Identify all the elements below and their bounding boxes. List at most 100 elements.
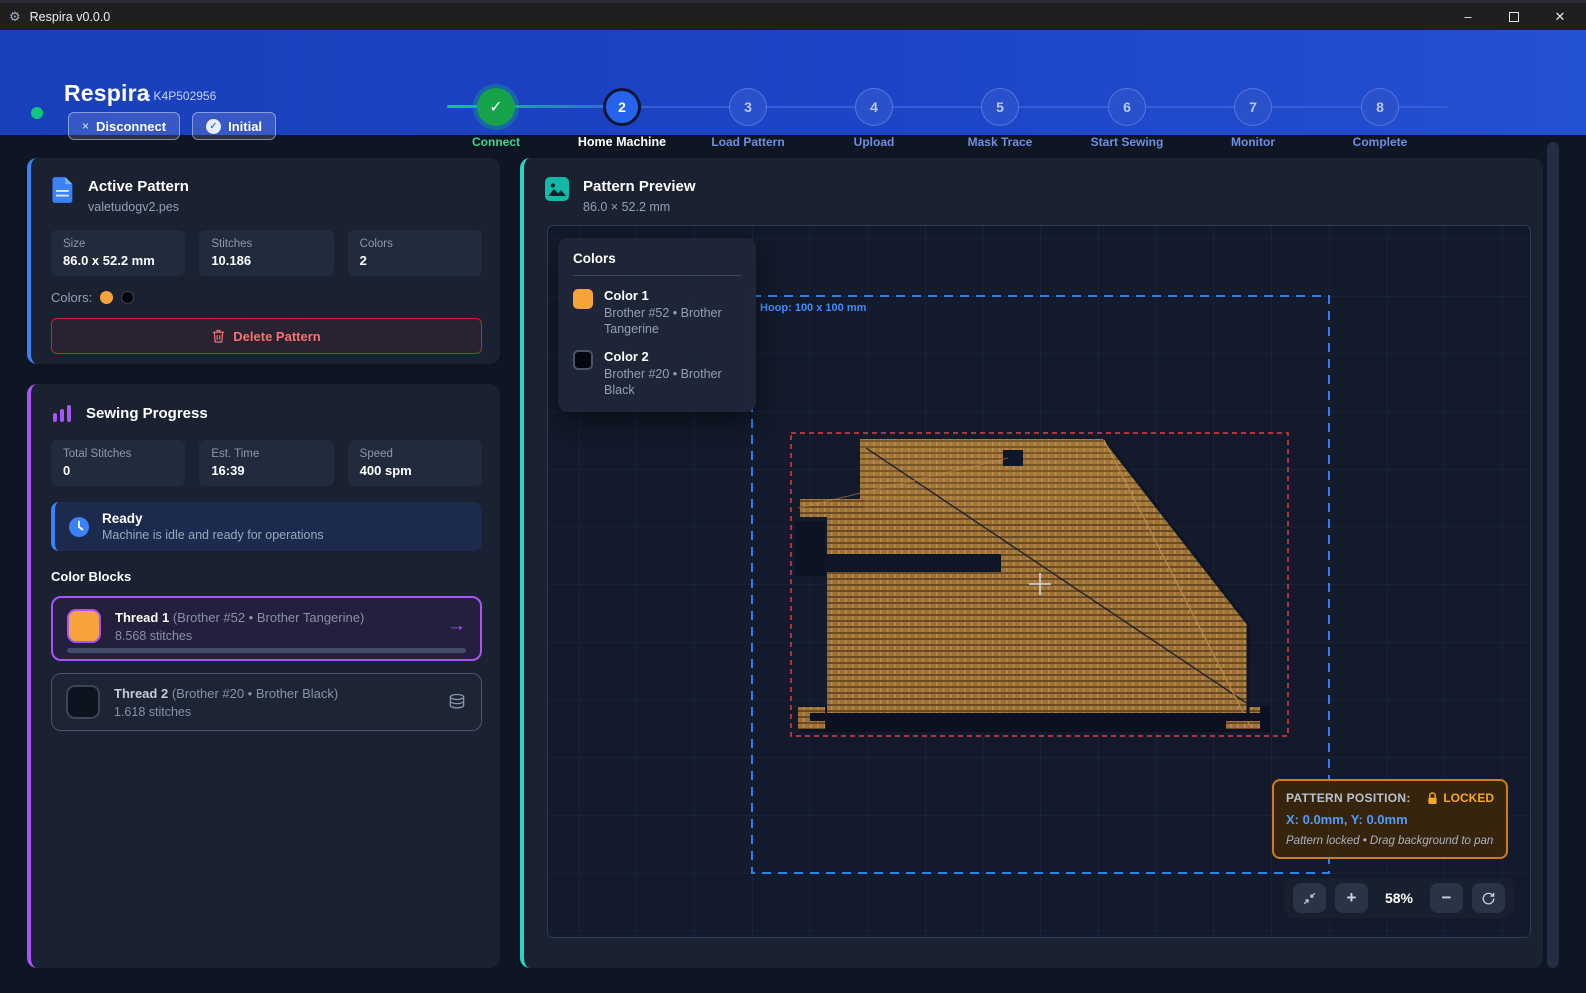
preview-canvas[interactable]: Hoop: 100 x 100 mm: [547, 225, 1531, 938]
step-monitor[interactable]: 7 Monitor: [1198, 88, 1308, 149]
step-label: Upload: [819, 135, 929, 149]
brand-title: Respira: [64, 80, 150, 107]
stat-label: Stitches: [211, 238, 321, 250]
sewing-progress-card: Sewing Progress Total Stitches 0 Est. Ti…: [27, 384, 500, 968]
step-start-sewing[interactable]: 6 Start Sewing: [1072, 88, 1182, 149]
window-title: Respira v0.0.0: [30, 10, 111, 24]
connection-status-dot: [31, 107, 43, 119]
image-icon: [544, 176, 570, 202]
step-complete[interactable]: 8 Complete: [1325, 88, 1435, 149]
step-number: 3: [729, 88, 767, 126]
trash-icon: [212, 329, 225, 343]
check-icon: ✓: [489, 97, 502, 117]
thread-1-swatch: [67, 609, 101, 643]
step-upload[interactable]: 4 Upload: [819, 88, 929, 149]
layers-icon: [447, 692, 467, 712]
step-number: 4: [855, 88, 893, 126]
colors-label: Colors:: [51, 290, 92, 305]
position-hint: Pattern locked • Drag background to pan: [1286, 835, 1494, 847]
stat-colors: Colors 2: [348, 230, 482, 276]
zoom-in-button[interactable]: +: [1335, 883, 1368, 913]
thread-stitches: 8.568 stitches: [115, 629, 364, 643]
app-window: ⚙ Respira v0.0.0 – ✕ Respira • K4P502956…: [0, 0, 1586, 993]
step-label: Monitor: [1198, 135, 1308, 149]
step-label: Home Machine: [567, 135, 677, 149]
step-label: Complete: [1325, 135, 1435, 149]
arrow-right-icon: →: [447, 615, 466, 637]
maximize-button[interactable]: [1491, 3, 1537, 30]
card-title: Pattern Preview: [583, 176, 696, 195]
position-label: PATTERN POSITION:: [1286, 791, 1411, 805]
file-icon: [51, 176, 75, 204]
lock-icon: [1427, 792, 1438, 805]
thread-detail: (Brother #20 • Brother Black): [172, 686, 338, 701]
stat-value: 2: [360, 253, 470, 268]
card-title: Sewing Progress: [86, 405, 208, 422]
step-number: 5: [981, 88, 1019, 126]
vertical-scrollbar[interactable]: [1547, 142, 1559, 968]
thread-2-swatch: [66, 685, 100, 719]
titlebar[interactable]: ⚙ Respira v0.0.0 – ✕: [0, 3, 1586, 30]
initial-button[interactable]: ✓ Initial: [192, 112, 276, 140]
stat-size: Size 86.0 x 52.2 mm: [51, 230, 185, 276]
active-pattern-card: Active Pattern valetudogv2.pes Size 86.0…: [27, 158, 500, 364]
app-icon: ⚙: [9, 10, 21, 23]
step-home-machine[interactable]: 2 Home Machine: [567, 88, 677, 149]
stat-label: Est. Time: [211, 448, 321, 460]
pattern-dimensions: 86.0 × 52.2 mm: [583, 200, 696, 214]
step-label: Load Pattern: [693, 135, 803, 149]
thread-2-block[interactable]: Thread 2 (Brother #20 • Brother Black) 1…: [51, 673, 482, 731]
legend-color-desc: Brother #20 • Brother Black: [604, 367, 741, 398]
color-blocks-heading: Color Blocks: [51, 569, 482, 584]
stat-value: 400 spm: [360, 463, 470, 478]
legend-swatch-orange: [573, 289, 593, 309]
thread-1-block[interactable]: Thread 1 (Brother #52 • Brother Tangerin…: [51, 596, 482, 661]
stat-value: 16:39: [211, 463, 321, 478]
step-number: 8: [1361, 88, 1399, 126]
stat-speed: Speed 400 spm: [348, 440, 482, 486]
close-icon: ×: [82, 119, 89, 133]
position-coordinates: X: 0.0mm, Y: 0.0mm: [1286, 812, 1494, 827]
card-title: Active Pattern: [88, 176, 189, 195]
delete-pattern-button[interactable]: Delete Pattern: [51, 318, 482, 354]
pattern-filename: valetudogv2.pes: [88, 200, 189, 214]
reset-view-button[interactable]: [1472, 883, 1505, 913]
stat-label: Colors: [360, 238, 470, 250]
thread-1-progress-bar: [67, 648, 466, 653]
stat-value: 86.0 x 52.2 mm: [63, 253, 173, 268]
stat-label: Total Stitches: [63, 448, 173, 460]
check-circle-icon: ✓: [206, 119, 221, 134]
step-label: Mask Trace: [945, 135, 1055, 149]
minimize-button[interactable]: –: [1445, 3, 1491, 30]
close-button[interactable]: ✕: [1537, 3, 1583, 30]
status-description: Machine is idle and ready for operations: [102, 528, 324, 542]
stat-label: Speed: [360, 448, 470, 460]
hoop-label: Hoop: 100 x 100 mm: [760, 302, 867, 314]
color-dot-black: [121, 291, 134, 304]
disconnect-button[interactable]: × Disconnect: [68, 112, 180, 140]
status-title: Ready: [102, 511, 324, 526]
zoom-out-button[interactable]: −: [1430, 883, 1463, 913]
pattern-position-overlay: PATTERN POSITION: LOCKED X: 0.0mm, Y: 0.…: [1272, 779, 1508, 859]
initial-label: Initial: [228, 119, 262, 134]
zoom-level: 58%: [1377, 890, 1421, 906]
step-mask-trace[interactable]: 5 Mask Trace: [945, 88, 1055, 149]
bar-chart-icon: [51, 402, 73, 424]
stat-total-stitches: Total Stitches 0: [51, 440, 185, 486]
legend-color-name: Color 1: [604, 288, 741, 303]
thread-name: Thread 2: [114, 686, 168, 701]
zoom-toolbar: + 58% −: [1284, 878, 1514, 918]
step-label: Start Sewing: [1072, 135, 1182, 149]
maximize-icon: [1509, 12, 1519, 22]
fit-to-view-button[interactable]: [1293, 883, 1326, 913]
step-load-pattern[interactable]: 3 Load Pattern: [693, 88, 803, 149]
machine-serial: • K4P502956: [146, 89, 216, 103]
step-label: Connect: [441, 135, 551, 149]
stat-est-time: Est. Time 16:39: [199, 440, 333, 486]
stat-value: 0: [63, 463, 173, 478]
step-connect[interactable]: ✓ Connect: [441, 88, 551, 149]
legend-color-desc: Brother #52 • Brother Tangerine: [604, 306, 741, 337]
step-number: 2: [603, 88, 641, 126]
thread-detail: (Brother #52 • Brother Tangerine): [173, 610, 364, 625]
step-number: 6: [1108, 88, 1146, 126]
